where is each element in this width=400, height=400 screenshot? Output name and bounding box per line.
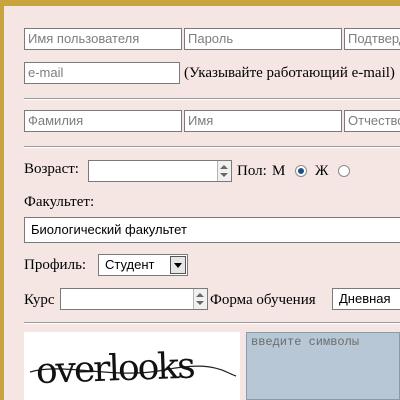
course-stepper[interactable]: [60, 288, 208, 310]
username-input[interactable]: Имя пользователя: [24, 28, 182, 50]
chevron-down-icon[interactable]: [220, 173, 228, 177]
faculty-label: Факультет:: [24, 194, 95, 210]
profile-select[interactable]: Студент: [98, 254, 188, 276]
age-stepper[interactable]: [88, 160, 232, 182]
course-spin-buttons[interactable]: [193, 289, 207, 309]
age-spin-buttons[interactable]: [217, 161, 231, 181]
gender-m-radio[interactable]: [295, 165, 307, 177]
chevron-down-icon[interactable]: [196, 301, 204, 305]
course-label: Курс: [24, 292, 55, 308]
faculty-value: Биологический факультет: [31, 222, 187, 237]
firstname-input[interactable]: Имя: [184, 110, 342, 132]
captcha-image: overlooks: [24, 332, 240, 400]
study-form-select[interactable]: Дневная: [332, 288, 400, 310]
captcha-text: overlooks: [35, 346, 195, 392]
divider: [24, 322, 400, 324]
faculty-select[interactable]: Биологический факультет: [24, 217, 400, 243]
profile-value: Студент: [105, 257, 155, 272]
study-form-label: Форма обучения: [210, 292, 316, 308]
chevron-up-icon[interactable]: [196, 293, 204, 297]
dropdown-arrow-icon[interactable]: [170, 256, 186, 274]
confirm-password-input[interactable]: Подтвердите: [344, 28, 400, 50]
gender-f-radio[interactable]: [338, 165, 350, 177]
captcha-glyphs: overlooks: [29, 346, 237, 392]
profile-label: Профиль:: [24, 257, 87, 273]
gender-label: Пол:: [237, 163, 267, 179]
captcha-placeholder: введите символы: [251, 335, 360, 349]
captcha-input[interactable]: введите символы: [246, 332, 400, 400]
email-hint: (Указывайте работающий e-mail): [184, 65, 395, 81]
email-input[interactable]: e-mail: [24, 62, 180, 84]
chevron-up-icon[interactable]: [220, 165, 228, 169]
divider: [24, 146, 400, 148]
password-input[interactable]: Пароль: [184, 28, 342, 50]
lastname-input[interactable]: Фамилия: [24, 110, 182, 132]
divider: [24, 98, 400, 100]
gender-m-label: М: [272, 163, 286, 179]
patronymic-input[interactable]: Отчество: [344, 110, 400, 132]
study-form-value: Дневная: [339, 291, 391, 306]
age-label: Возраст:: [24, 161, 79, 177]
gender-f-label: Ж: [315, 163, 329, 179]
